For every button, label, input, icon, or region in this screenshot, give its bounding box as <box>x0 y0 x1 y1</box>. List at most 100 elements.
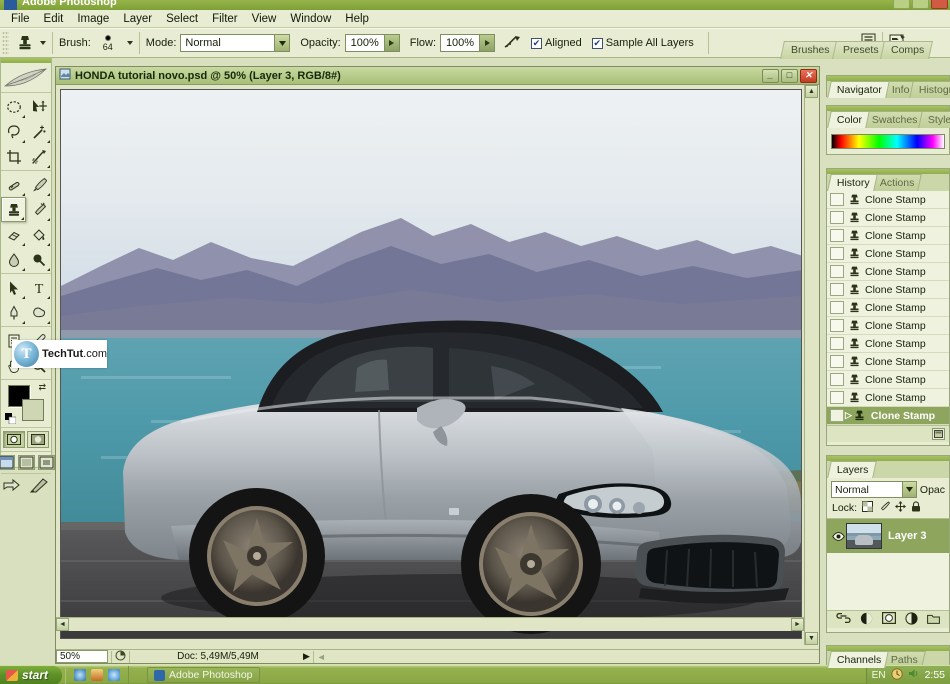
preview-proportions-icon[interactable] <box>115 650 126 664</box>
application-window-buttons[interactable] <box>893 0 948 9</box>
brush-tool[interactable] <box>26 172 51 197</box>
tab-channels[interactable]: Channels <box>827 651 890 668</box>
adjustment-layer-icon[interactable] <box>905 611 918 628</box>
document-title-bar[interactable]: HONDA tutorial novo.psd @ 50% (Layer 3, … <box>56 67 819 85</box>
default-colors-icon[interactable] <box>5 413 17 425</box>
layer-mask-icon[interactable] <box>881 612 896 627</box>
internet-explorer-icon[interactable] <box>74 669 87 681</box>
slice-tool[interactable] <box>26 144 51 169</box>
brush-preview[interactable]: 64 <box>95 34 121 52</box>
options-bar-grip[interactable] <box>2 31 9 55</box>
pen-tool[interactable] <box>1 300 26 325</box>
shape-tool[interactable] <box>26 300 51 325</box>
chevron-down-icon[interactable] <box>274 35 290 51</box>
dodge-tool[interactable] <box>26 247 51 272</box>
quick-mask-mode-button[interactable] <box>27 431 49 448</box>
history-state-row[interactable]: Clone Stamp <box>827 209 949 227</box>
menu-help[interactable]: Help <box>338 11 376 27</box>
color-spectrum-ramp[interactable] <box>831 134 945 149</box>
lock-all-icon[interactable] <box>911 501 921 515</box>
menu-view[interactable]: View <box>245 11 284 27</box>
image-canvas[interactable] <box>60 89 802 639</box>
vertical-scrollbar[interactable]: ▲ ▼ <box>804 85 819 645</box>
flow-slider-button[interactable] <box>480 34 496 52</box>
history-snapshot-box[interactable] <box>830 301 844 314</box>
layer-blend-mode-select[interactable]: Normal <box>831 481 917 498</box>
history-state-row[interactable]: ▷ Clone Stamp <box>827 407 949 425</box>
document-minimize-button[interactable]: _ <box>762 68 779 83</box>
history-state-row[interactable]: Clone Stamp <box>827 227 949 245</box>
aligned-checkbox[interactable]: ✔ Aligned <box>531 37 582 49</box>
history-snapshot-box[interactable] <box>830 283 844 296</box>
menu-window[interactable]: Window <box>283 11 338 27</box>
palette-well-tab-comps[interactable]: Comps <box>880 41 934 59</box>
layer-row[interactable]: Layer 3 <box>827 519 949 553</box>
history-snapshot-box[interactable] <box>830 247 844 260</box>
brush-chevron-down-icon[interactable] <box>126 41 133 45</box>
layer-thumbnail[interactable] <box>846 523 882 549</box>
palette-well[interactable]: Brushes Presets Comps <box>780 29 950 59</box>
full-screen-mode-button[interactable] <box>37 455 55 470</box>
clone-stamp-tool[interactable] <box>1 197 26 222</box>
menu-edit[interactable]: Edit <box>37 11 71 27</box>
history-snapshot-box[interactable] <box>830 265 844 278</box>
crop-tool[interactable] <box>1 144 26 169</box>
history-state-row[interactable]: Clone Stamp <box>827 191 949 209</box>
flow-value[interactable]: 100% <box>440 34 481 52</box>
type-tool[interactable]: T <box>26 275 51 300</box>
menu-layer[interactable]: Layer <box>116 11 159 27</box>
tab-navigator[interactable]: Navigator <box>827 81 890 98</box>
history-state-row[interactable]: Clone Stamp <box>827 389 949 407</box>
palette-well-tab-brushes[interactable]: Brushes <box>780 41 839 59</box>
menu-image[interactable]: Image <box>70 11 116 27</box>
history-state-row[interactable]: Clone Stamp <box>827 299 949 317</box>
tab-histogram[interactable]: Histogram <box>909 81 950 98</box>
paint-bucket-tool[interactable] <box>26 222 51 247</box>
history-state-row[interactable]: Clone Stamp <box>827 353 949 371</box>
magic-wand-tool[interactable] <box>26 119 51 144</box>
status-play-icon[interactable]: ▶ <box>303 651 310 662</box>
path-selection-tool[interactable] <box>1 275 26 300</box>
layer-list[interactable]: Layer 3 <box>827 518 949 610</box>
full-screen-with-menubar-button[interactable] <box>17 455 35 470</box>
history-snapshot-box[interactable] <box>830 409 844 422</box>
menu-filter[interactable]: Filter <box>205 11 245 27</box>
swap-colors-icon[interactable]: ⇄ <box>38 382 46 393</box>
tab-actions[interactable]: Actions <box>869 174 922 191</box>
layer-visibility-eye-icon[interactable] <box>830 531 846 541</box>
document-window-buttons[interactable]: _ □ ✕ <box>762 68 819 83</box>
jump-to-imageready-icon[interactable] <box>3 478 25 497</box>
clock-icon[interactable] <box>890 667 903 683</box>
tab-layers[interactable]: Layers <box>827 461 877 478</box>
link-layers-icon[interactable] <box>835 612 851 626</box>
lock-image-pixels-icon[interactable] <box>878 501 891 515</box>
eraser-tool[interactable] <box>1 222 26 247</box>
chevron-down-icon[interactable] <box>901 482 916 497</box>
layers-palette-tabs[interactable]: Layers <box>827 461 949 478</box>
new-group-icon[interactable] <box>927 613 941 627</box>
status-resize-grip[interactable]: ◄ <box>317 652 326 662</box>
marquee-tool[interactable] <box>1 94 26 119</box>
sample-all-layers-checkbox[interactable]: ✔ Sample All Layers <box>591 37 694 49</box>
standard-screen-mode-button[interactable] <box>0 455 15 470</box>
scroll-down-arrow-icon[interactable]: ▼ <box>805 632 818 645</box>
color-palette-tabs[interactable]: Color Swatches Styles <box>827 111 950 128</box>
tab-color[interactable]: Color <box>827 111 870 128</box>
menu-select[interactable]: Select <box>159 11 205 27</box>
menu-file[interactable]: File <box>4 11 37 27</box>
app-close-button[interactable] <box>931 0 948 9</box>
tool-preset-chevron-down-icon[interactable] <box>40 41 46 45</box>
palette-well-tab-presets[interactable]: Presets <box>831 41 888 59</box>
history-state-row[interactable]: Clone Stamp <box>827 281 949 299</box>
app-minimize-button[interactable] <box>893 0 910 9</box>
language-indicator[interactable]: EN <box>872 670 886 681</box>
lasso-tool[interactable] <box>1 119 26 144</box>
history-snapshot-box[interactable] <box>830 193 844 206</box>
zoom-level-field[interactable]: 50% <box>56 650 108 663</box>
tab-swatches[interactable]: Swatches <box>862 111 926 128</box>
history-state-row[interactable]: Clone Stamp <box>827 263 949 281</box>
lock-position-icon[interactable] <box>895 501 907 515</box>
airbrush-icon[interactable] <box>503 34 523 53</box>
application-title-bar[interactable]: Adobe Photoshop <box>0 0 950 10</box>
navigator-palette-tabs[interactable]: Navigator Info Histogram <box>827 81 950 98</box>
